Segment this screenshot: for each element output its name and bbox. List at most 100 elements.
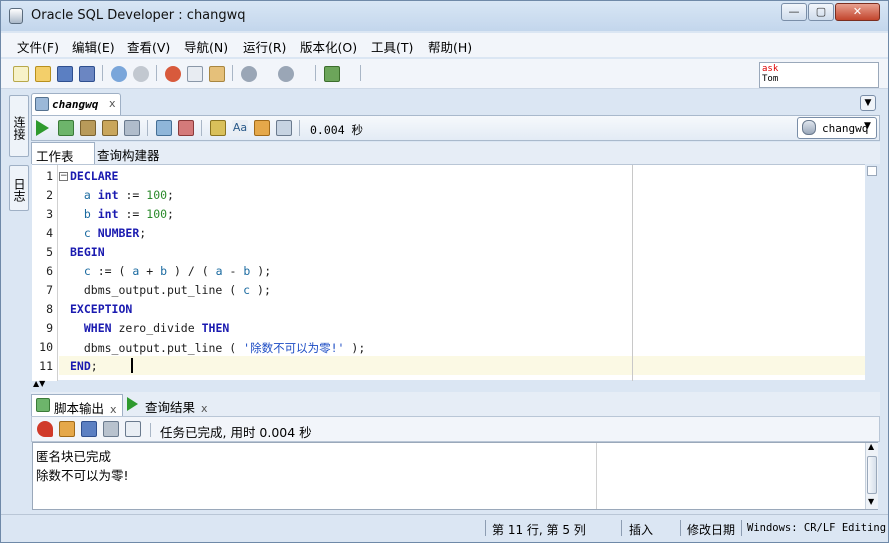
clear-icon[interactable] [178,120,194,136]
line-number: 3 [46,207,53,221]
pin-icon[interactable] [37,421,53,437]
log-side-tab[interactable]: 日志 [9,165,29,211]
connection-select[interactable]: changwq ▼ [797,117,877,139]
code-token: ; [264,264,272,278]
worksheet-toolbar: Aa 0.004 秒 changwq ▼ [31,115,880,141]
panel-splitter[interactable]: ▲▼ [31,380,880,391]
editor-corner-box [867,166,877,176]
script-output-panel[interactable]: 匿名块已完成 除数不可以为零! ▲ ▼ [32,442,878,510]
code-token: zero_divide [118,321,195,335]
tab-close-icon[interactable]: x [201,402,208,415]
ask-tom-search[interactable]: ask Tom [759,62,879,88]
toolbar-separator [147,120,148,136]
tab-worksheet[interactable]: 工作表 [31,142,95,164]
code-token: = [104,264,112,278]
back-icon[interactable] [241,66,257,82]
code-token: / [187,264,195,278]
code-token: ; [263,283,271,297]
collapse-arrows-icon[interactable]: ▲▼ [33,380,45,388]
line-number: 9 [46,321,53,335]
toolbar-separator [102,65,103,81]
tab-query-builder[interactable]: 查询构建器 [93,142,183,164]
script-output-icon [36,398,50,412]
sql-editor[interactable]: 1 2 3 4 5 6 7 8 9 10 11 − DECLARE a int … [32,164,865,381]
menu-edit[interactable]: 编辑(E) [72,37,115,56]
ask-label: ask [762,64,779,74]
text-caret [131,358,133,373]
editor-tab-changwq[interactable]: changwq x [31,93,121,115]
close-button[interactable]: ✕ [835,3,880,21]
tab-query-result[interactable]: 查询结果 x [123,394,219,416]
sql-history-icon[interactable] [210,120,226,136]
eraser-icon[interactable] [254,120,270,136]
eraser-icon[interactable] [59,421,75,437]
tab-list-dropdown-icon[interactable]: ▼ [860,95,876,111]
scrollbar-thumb[interactable] [867,456,877,494]
menu-navigate[interactable]: 导航(N) [184,37,228,56]
connections-side-tab[interactable]: 连接 [9,95,29,157]
output-settings-icon[interactable] [125,421,141,437]
menu-versioning[interactable]: 版本化(O) [300,37,357,56]
new-file-icon[interactable] [13,66,29,82]
line-number: 4 [46,226,53,240]
tab-script-output[interactable]: 脚本输出 x [31,394,123,416]
change-case-icon[interactable]: Aa [232,120,248,136]
undo-icon[interactable] [111,66,127,82]
rollback-icon[interactable] [102,120,118,136]
menu-help[interactable]: 帮助(H) [428,37,472,56]
forward-icon[interactable] [278,66,294,82]
tab-close-icon[interactable]: x [110,403,117,416]
scroll-down-icon[interactable]: ▼ [868,497,874,506]
code-keyword-token: NUMBER [97,226,140,240]
paste-icon[interactable] [209,66,225,82]
editor-tab-close-icon[interactable]: x [109,97,116,110]
minimize-button[interactable]: — [781,3,807,21]
run-script-icon[interactable] [58,120,74,136]
fold-toggle-icon[interactable]: − [59,172,68,181]
window-title: Oracle SQL Developer : changwq [31,8,246,23]
line-number-gutter: 1 2 3 4 5 6 7 8 9 10 11 [32,165,58,381]
insert-mode: 插入 [629,523,654,537]
menu-file[interactable]: 文件(F) [17,37,59,56]
output-scrollbar[interactable]: ▲ ▼ [865,442,878,509]
menu-tools[interactable]: 工具(T) [371,37,413,56]
code-token: : [97,264,105,278]
toolbar-separator [150,423,151,437]
explain-plan-icon[interactable] [124,120,140,136]
output-toolbar: 任务已完成, 用时 0.004 秒 [31,416,880,442]
save-all-icon[interactable] [79,66,95,82]
commit-icon[interactable] [80,120,96,136]
code-keyword-token: int [97,207,119,221]
copy-icon[interactable] [187,66,203,82]
sql-connection-icon[interactable] [324,66,340,82]
open-folder-icon[interactable] [35,66,51,82]
run-icon [127,397,138,411]
scroll-up-icon[interactable]: ▲ [868,442,874,451]
sql-tuning-icon[interactable] [276,120,292,136]
database-icon [802,120,816,135]
line-number: 10 [39,340,53,354]
menu-view[interactable]: 查看(V) [127,37,170,56]
save-icon[interactable] [57,66,73,82]
maximize-button[interactable]: ▢ [808,3,834,21]
save-output-icon[interactable] [81,421,97,437]
cut-icon[interactable] [165,66,181,82]
run-statement-icon[interactable] [36,120,49,136]
code-string-token: '除数不可以为零!' [243,341,345,355]
autotrace-icon[interactable] [156,120,172,136]
main-toolbar: ask Tom [1,59,888,89]
line-number: 5 [46,245,53,259]
menu-run[interactable]: 运行(R) [243,37,286,56]
chevron-down-icon: ▼ [864,121,871,131]
print-icon[interactable] [103,421,119,437]
redo-icon[interactable] [133,66,149,82]
status-separator [485,520,486,536]
status-separator [680,520,681,536]
output-line: 除数不可以为零! [36,468,129,483]
